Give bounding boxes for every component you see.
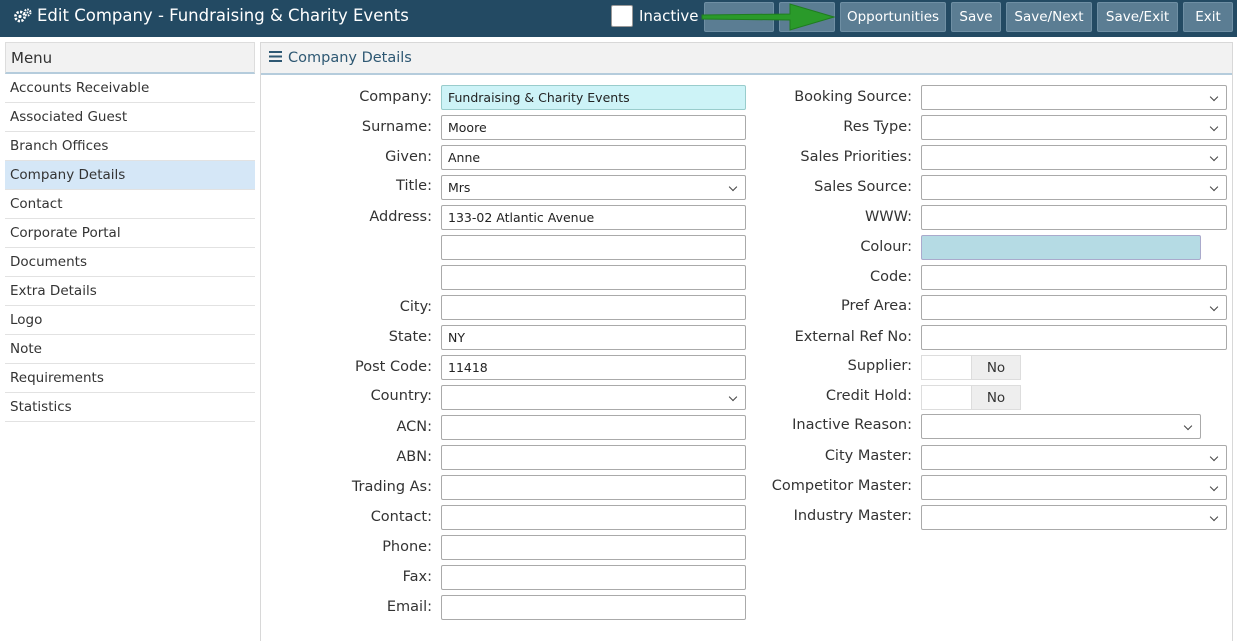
sidebar-menu: Menu Accounts Receivable Associated Gues… (5, 42, 255, 422)
fax-label: Fax: (402, 569, 432, 585)
competitor-master-select[interactable] (921, 475, 1227, 500)
city-master-label: City Master: (824, 448, 912, 464)
sidebar-item-company-details[interactable]: Company Details (5, 161, 255, 190)
hamburger-menu-icon (269, 50, 282, 66)
sidebar-item-note[interactable]: Note (5, 335, 255, 364)
city-label: City: (399, 299, 432, 315)
postcode-input[interactable]: 11418 (441, 355, 746, 380)
sidebar-item-branch-offices[interactable]: Branch Offices (5, 132, 255, 161)
address-label: Address: (369, 209, 432, 225)
sidebar-item-documents[interactable]: Documents (5, 248, 255, 277)
sidebar-title: Menu (5, 42, 255, 74)
industry-master-select[interactable] (921, 505, 1227, 530)
abn-input[interactable] (441, 445, 746, 470)
code-label: Code: (869, 269, 912, 285)
phone-label: Phone: (382, 539, 432, 555)
phone-input[interactable] (441, 535, 746, 560)
contact-input[interactable] (441, 505, 746, 530)
gears-icon (14, 8, 32, 23)
title-text: Edit Company - Fundraising & Charity Eve… (37, 6, 409, 25)
external-ref-label: External Ref No: (794, 329, 912, 345)
sidebar-item-logo[interactable]: Logo (5, 306, 255, 335)
pref-area-select[interactable] (921, 295, 1227, 320)
inactive-label: Inactive (639, 7, 699, 25)
top-bar: Edit Company - Fundraising & Charity Eve… (0, 0, 1237, 37)
company-label: Company: (359, 89, 432, 105)
supplier-label: Supplier: (847, 358, 912, 374)
sidebar-item-associated-guest[interactable]: Associated Guest (5, 103, 255, 132)
city-input[interactable] (441, 295, 746, 320)
trading-as-label: Trading As: (351, 479, 432, 495)
given-label: Given: (385, 149, 432, 165)
credit-hold-toggle[interactable]: No (921, 385, 1021, 410)
title-select[interactable]: Mrs (441, 175, 746, 200)
sales-priorities-label: Sales Priorities: (800, 149, 912, 165)
sidebar-item-requirements[interactable]: Requirements (5, 364, 255, 393)
panel-title: Company Details (288, 50, 412, 66)
window-title: Edit Company - Fundraising & Charity Eve… (14, 6, 409, 25)
competitor-master-label: Competitor Master: (771, 478, 912, 494)
address-line1-input[interactable]: 133-02 Atlantic Avenue (441, 205, 746, 230)
supplier-toggle-knob (922, 356, 972, 379)
sales-priorities-select[interactable] (921, 145, 1227, 170)
external-ref-input[interactable] (921, 325, 1227, 350)
www-label: WWW: (864, 209, 912, 225)
green-arrow-icon (700, 2, 836, 36)
sidebar-item-extra-details[interactable]: Extra Details (5, 277, 255, 306)
industry-master-label: Industry Master: (793, 508, 912, 524)
sidebar-item-statistics[interactable]: Statistics (5, 393, 255, 422)
save-exit-button[interactable]: Save/Exit (1097, 2, 1178, 32)
abn-label: ABN: (396, 449, 432, 465)
colour-label: Colour: (860, 239, 912, 255)
pref-area-label: Pref Area: (840, 298, 912, 314)
colour-picker[interactable] (921, 235, 1201, 260)
inactive-toggle[interactable]: Inactive (611, 5, 699, 27)
company-input[interactable]: Fundraising & Charity Events (441, 85, 746, 110)
opportunities-button[interactable]: Opportunities (840, 2, 946, 32)
www-input[interactable] (921, 205, 1227, 230)
sales-source-label: Sales Source: (814, 179, 912, 195)
panel-header: Company Details (261, 43, 1232, 75)
acn-label: ACN: (396, 419, 432, 435)
code-input[interactable] (921, 265, 1227, 290)
credit-hold-label: Credit Hold: (825, 388, 912, 404)
credit-hold-toggle-value: No (972, 386, 1020, 409)
supplier-toggle[interactable]: No (921, 355, 1021, 380)
country-select[interactable] (441, 385, 746, 410)
inactive-reason-select[interactable] (921, 414, 1201, 439)
inactive-reason-label: Inactive Reason: (792, 417, 912, 433)
postcode-label: Post Code: (355, 359, 432, 375)
res-type-label: Res Type: (843, 119, 912, 135)
fax-input[interactable] (441, 565, 746, 590)
sidebar-item-accounts-receivable[interactable]: Accounts Receivable (5, 74, 255, 103)
trading-as-input[interactable] (441, 475, 746, 500)
booking-source-label: Booking Source: (794, 89, 912, 105)
state-label: State: (388, 329, 432, 345)
sidebar-item-contact[interactable]: Contact (5, 190, 255, 219)
city-master-select[interactable] (921, 445, 1227, 470)
credit-hold-toggle-knob (922, 386, 972, 409)
acn-input[interactable] (441, 415, 746, 440)
state-input[interactable]: NY (441, 325, 746, 350)
res-type-select[interactable] (921, 115, 1227, 140)
booking-source-select[interactable] (921, 85, 1227, 110)
supplier-toggle-value: No (972, 356, 1020, 379)
email-label: Email: (386, 599, 432, 615)
sales-source-select[interactable] (921, 175, 1227, 200)
exit-button[interactable]: Exit (1183, 2, 1233, 32)
country-label: Country: (370, 388, 432, 404)
save-button[interactable]: Save (951, 2, 1001, 32)
inactive-checkbox[interactable] (611, 5, 633, 27)
given-input[interactable]: Anne (441, 145, 746, 170)
contact-label: Contact: (370, 509, 432, 525)
save-next-button[interactable]: Save/Next (1006, 2, 1092, 32)
address-line2-input[interactable] (441, 235, 746, 260)
email-input[interactable] (441, 595, 746, 620)
sidebar-item-corporate-portal[interactable]: Corporate Portal (5, 219, 255, 248)
surname-label: Surname: (361, 119, 432, 135)
address-line3-input[interactable] (441, 265, 746, 290)
surname-input[interactable]: Moore (441, 115, 746, 140)
title-label: Title: (396, 178, 432, 194)
